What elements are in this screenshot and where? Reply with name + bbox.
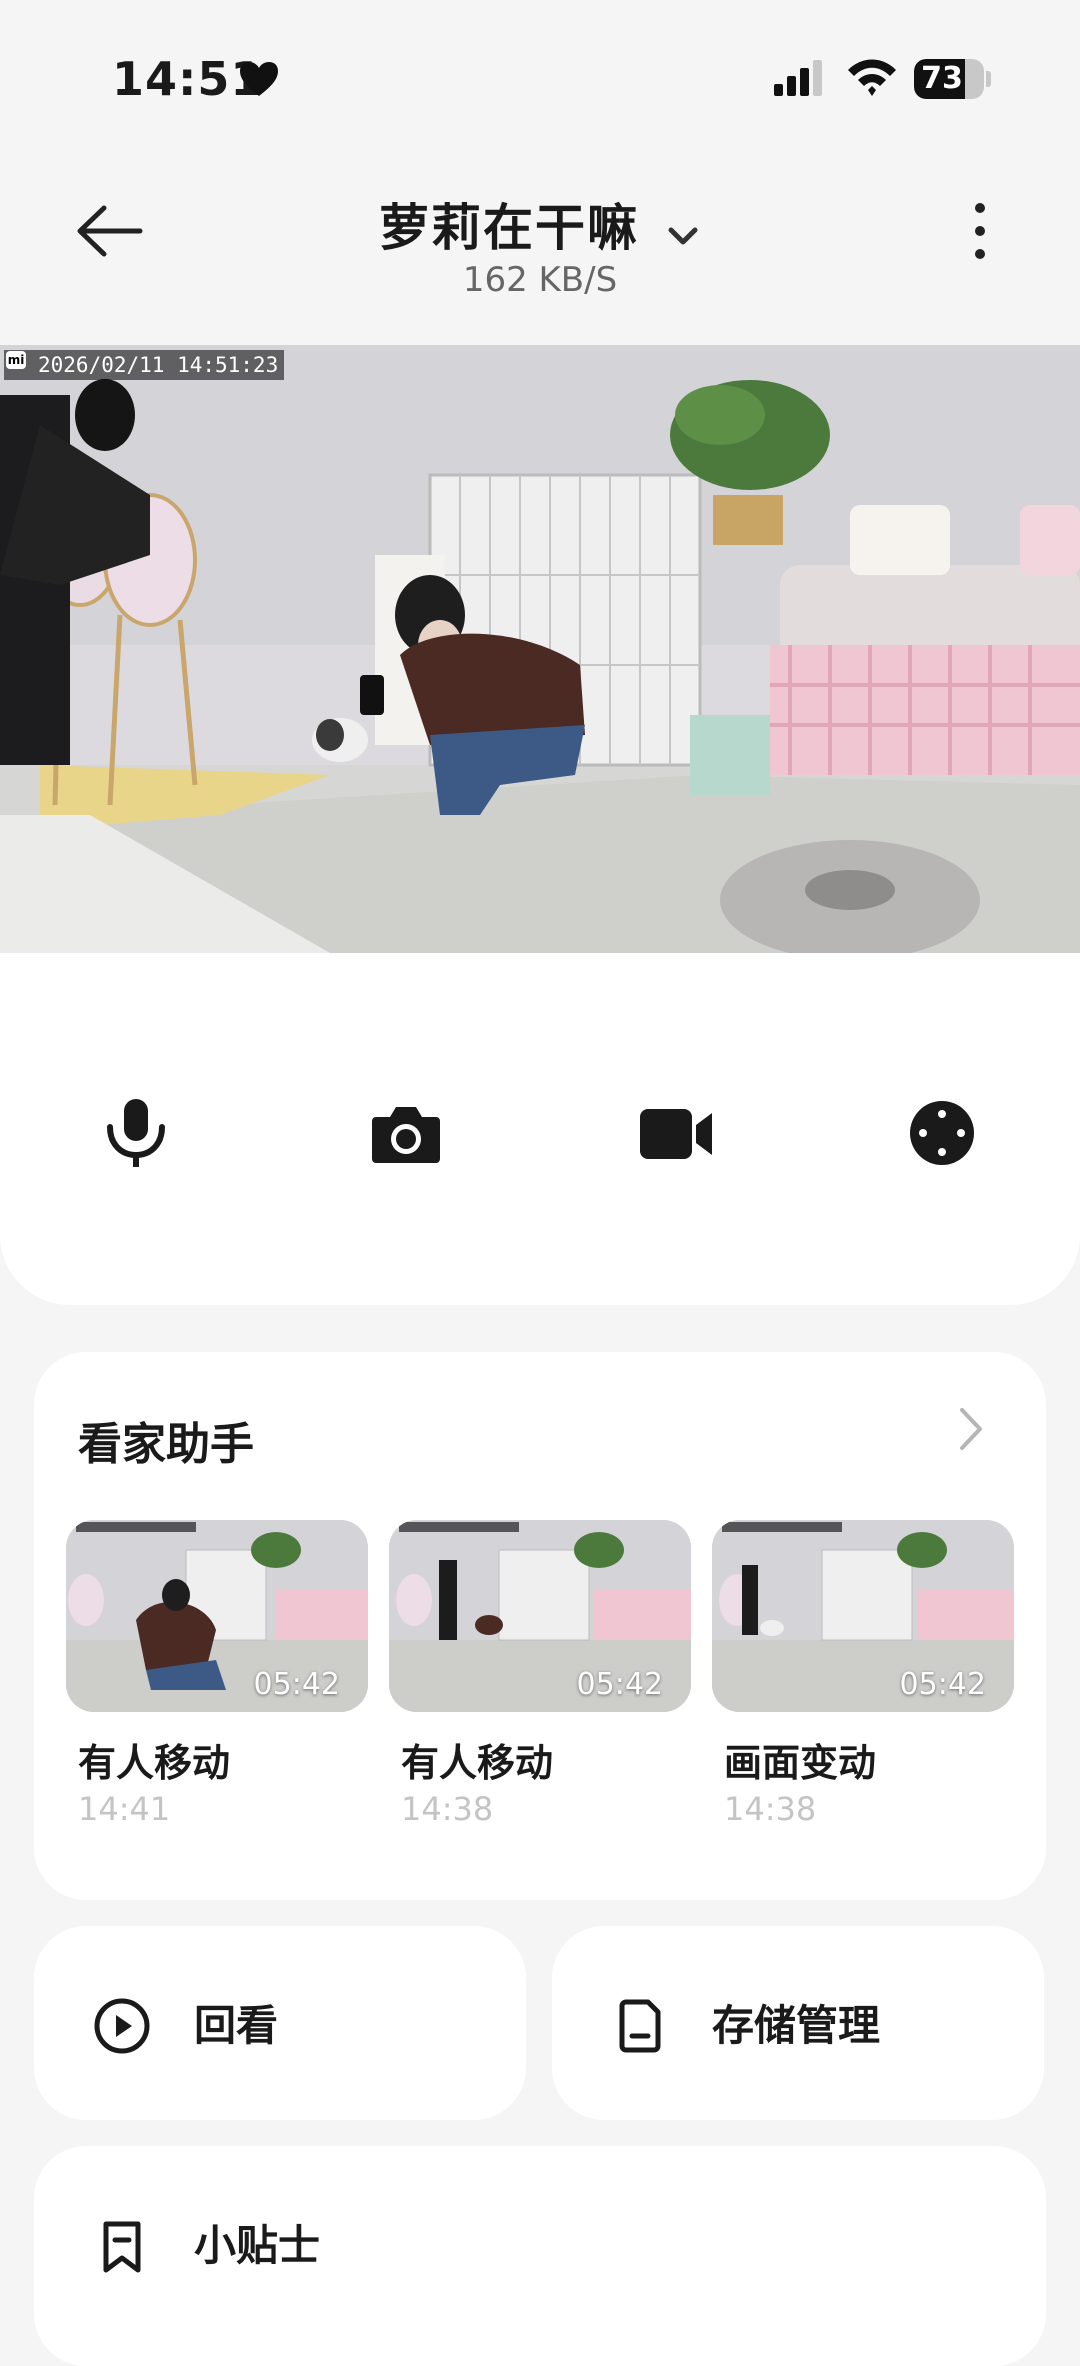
event-label: 有人移动	[401, 1741, 554, 1785]
battery-indicator: 73	[914, 59, 984, 99]
header: 萝莉在干嘛 162 KB/S	[0, 170, 1080, 320]
event-duration: 05:42	[253, 1667, 340, 1702]
chevron-right-icon[interactable]	[956, 1404, 986, 1454]
event-label: 有人移动	[78, 1741, 231, 1785]
status-bar: 14:51 73	[0, 0, 1080, 150]
battery-percent: 73	[921, 61, 963, 96]
storage-management-button[interactable]: 存储管理	[552, 1926, 1044, 2120]
event-thumbnail[interactable]: 05:42 有人移动 14:41	[66, 1520, 368, 1828]
chevron-down-icon	[668, 227, 698, 244]
thumbnail-timestamp-bar	[399, 1522, 519, 1532]
event-thumbnail[interactable]: 05:42 画面变动 14:38	[712, 1520, 1014, 1828]
event-time: 14:38	[401, 1790, 494, 1828]
more-options-icon[interactable]	[960, 196, 1000, 266]
storage-label: 存储管理	[712, 2001, 881, 2050]
playback-button[interactable]: 回看	[34, 1926, 526, 2120]
bookmark-icon	[103, 2221, 141, 2273]
play-circle-icon	[94, 1998, 150, 2054]
assistant-title: 看家助手	[78, 1419, 254, 1470]
event-time: 14:38	[724, 1790, 817, 1828]
title-dropdown[interactable]: 萝莉在干嘛	[0, 188, 1080, 260]
wifi-icon	[848, 59, 896, 96]
direction-pad-icon[interactable]	[902, 1093, 982, 1173]
heart-icon	[240, 62, 278, 96]
microphone-icon[interactable]	[96, 1093, 176, 1173]
camera-icon[interactable]	[366, 1093, 446, 1173]
page-title: 萝莉在干嘛	[379, 199, 639, 257]
cellular-signal-icon	[774, 60, 822, 96]
playback-label: 回看	[194, 2001, 279, 2050]
tips-label: 小贴士	[194, 2221, 321, 2270]
home-assistant-card[interactable]: 看家助手 05:42 有人移动 14:41 05:42 有人移动 14:38 0…	[34, 1352, 1046, 1900]
video-timestamp: 2026/02/11 14:51:23	[4, 350, 285, 380]
thumbnail-timestamp-bar	[722, 1522, 842, 1532]
event-label: 画面变动	[724, 1741, 877, 1785]
storage-icon	[619, 1999, 661, 2053]
bitrate-label: 162 KB/S	[462, 260, 618, 300]
event-thumbnail-image: 05:42	[66, 1520, 368, 1712]
event-time: 14:41	[78, 1790, 171, 1828]
mi-logo-icon: mi	[6, 351, 26, 369]
event-thumbnail-image: 05:42	[389, 1520, 691, 1712]
thumbnail-timestamp-bar	[76, 1522, 196, 1532]
event-thumbnail-image: 05:42	[712, 1520, 1014, 1712]
video-record-icon[interactable]	[636, 1093, 716, 1173]
event-duration: 05:42	[576, 1667, 663, 1702]
controls-panel	[0, 953, 1080, 1305]
camera-live-view[interactable]: 2026/02/11 14:51:23 mi	[0, 345, 1080, 953]
camera-scene	[0, 345, 1080, 953]
battery-nub	[986, 71, 991, 87]
event-thumbnail[interactable]: 05:42 有人移动 14:38	[389, 1520, 691, 1828]
tips-button[interactable]: 小贴士	[34, 2146, 1046, 2366]
event-duration: 05:42	[899, 1667, 986, 1702]
